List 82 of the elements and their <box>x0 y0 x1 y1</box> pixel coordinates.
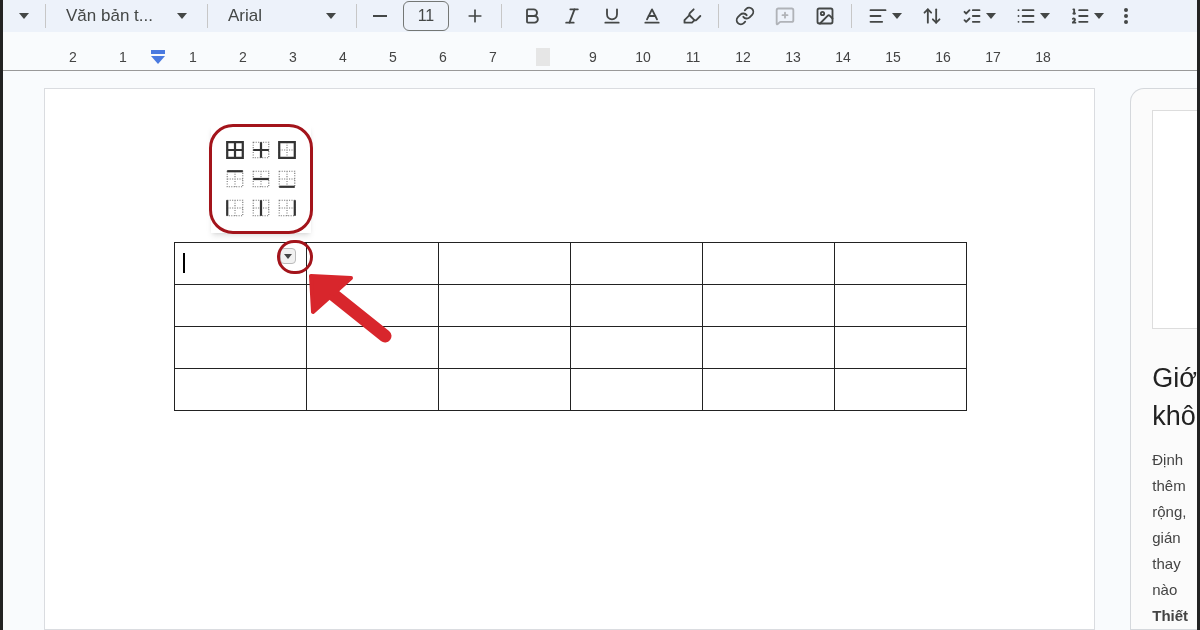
ruler-number: 5 <box>388 47 398 67</box>
table-cell[interactable] <box>570 242 703 285</box>
article-text-line: Định <box>1152 450 1185 470</box>
border-bottom-icon[interactable] <box>277 169 297 189</box>
article-text-line: thêm <box>1152 476 1187 496</box>
ruler-number: 4 <box>338 47 348 67</box>
ruler-number: 9 <box>588 47 598 67</box>
caret-icon <box>325 13 336 20</box>
link-icon <box>734 6 755 27</box>
table-cell[interactable] <box>702 284 835 327</box>
ruler-number: 15 <box>884 47 902 67</box>
table-cell[interactable] <box>438 284 571 327</box>
table-cell[interactable] <box>702 326 835 369</box>
border-top-icon[interactable] <box>225 169 245 189</box>
article-heading-line: Giớ <box>1152 362 1197 395</box>
caret-icon <box>985 13 996 20</box>
table-cell[interactable] <box>834 284 967 327</box>
table-cell[interactable] <box>438 242 571 285</box>
cell-menu-button[interactable] <box>280 248 296 264</box>
border-inner-icon[interactable] <box>251 140 271 161</box>
border-all-icon[interactable] <box>225 140 245 161</box>
font-dropdown[interactable]: Arial <box>219 2 344 31</box>
font-size-field[interactable]: 11 <box>402 1 449 32</box>
article-text-line: thay <box>1152 554 1182 574</box>
ruler-number: 12 <box>734 47 752 67</box>
minus-icon <box>372 15 387 18</box>
table-cell[interactable] <box>174 368 307 411</box>
ruler-number: 17 <box>984 47 1002 67</box>
ruler-number: 16 <box>934 47 952 67</box>
more-icon <box>1123 8 1128 25</box>
caret-icon <box>19 13 29 20</box>
table-cell[interactable] <box>570 368 703 411</box>
ruler-number: 6 <box>438 47 448 67</box>
table-cell[interactable] <box>702 368 835 411</box>
caret-icon <box>1039 13 1050 20</box>
table-cell[interactable] <box>306 368 439 411</box>
table-cell[interactable] <box>306 326 439 369</box>
article-text-line: Thiết <box>1152 606 1190 626</box>
table-cell[interactable] <box>570 284 703 327</box>
table-cell[interactable] <box>702 242 835 285</box>
article-heading-line: khô <box>1152 400 1197 433</box>
caret-icon <box>176 13 187 20</box>
caret-icon <box>891 13 902 20</box>
ruler-number: 7 <box>488 47 498 67</box>
style-dropdown[interactable]: Văn bản t... <box>58 2 195 31</box>
border-right-icon[interactable] <box>277 197 297 218</box>
article-text-line: nào <box>1152 580 1179 600</box>
line-spacing-icon <box>921 6 942 27</box>
text-color-icon <box>641 6 662 27</box>
border-vertical-icon[interactable] <box>251 197 271 218</box>
article-text-line: gián <box>1152 528 1182 548</box>
highlighter-icon <box>681 6 702 27</box>
ruler-number: 1 <box>188 47 198 67</box>
comment-add-icon <box>774 6 795 27</box>
image-icon <box>814 6 835 27</box>
ruler-number: 2 <box>68 47 78 67</box>
table-cell[interactable] <box>570 326 703 369</box>
ruler-number: 14 <box>834 47 852 67</box>
ruler-number: 13 <box>784 47 802 67</box>
table-cell[interactable] <box>174 284 307 327</box>
table-cell[interactable] <box>834 242 967 285</box>
table-cell[interactable] <box>438 368 571 411</box>
table-cell[interactable] <box>174 326 307 369</box>
ruler-number: 1 <box>118 47 128 67</box>
ruler-number: 18 <box>1034 47 1052 67</box>
border-horizontal-icon[interactable] <box>251 169 271 189</box>
table-cell[interactable] <box>834 368 967 411</box>
ruler-number: 3 <box>288 47 298 67</box>
border-left-icon[interactable] <box>225 197 245 218</box>
article-text-line: rộng, <box>1152 502 1188 522</box>
table-cell[interactable] <box>174 242 307 285</box>
indent-marker-icon[interactable] <box>150 50 166 65</box>
table-cell[interactable] <box>834 326 967 369</box>
caret-icon <box>1093 13 1104 20</box>
underline-icon <box>601 6 622 27</box>
ruler-number: 10 <box>634 47 652 67</box>
ruler-number: 11 <box>684 47 702 67</box>
numbered-list-icon <box>1069 6 1090 27</box>
border-outer-icon[interactable] <box>277 140 297 161</box>
caret-icon <box>284 253 292 259</box>
table-cell[interactable] <box>438 326 571 369</box>
ruler-number: 2 <box>238 47 248 67</box>
